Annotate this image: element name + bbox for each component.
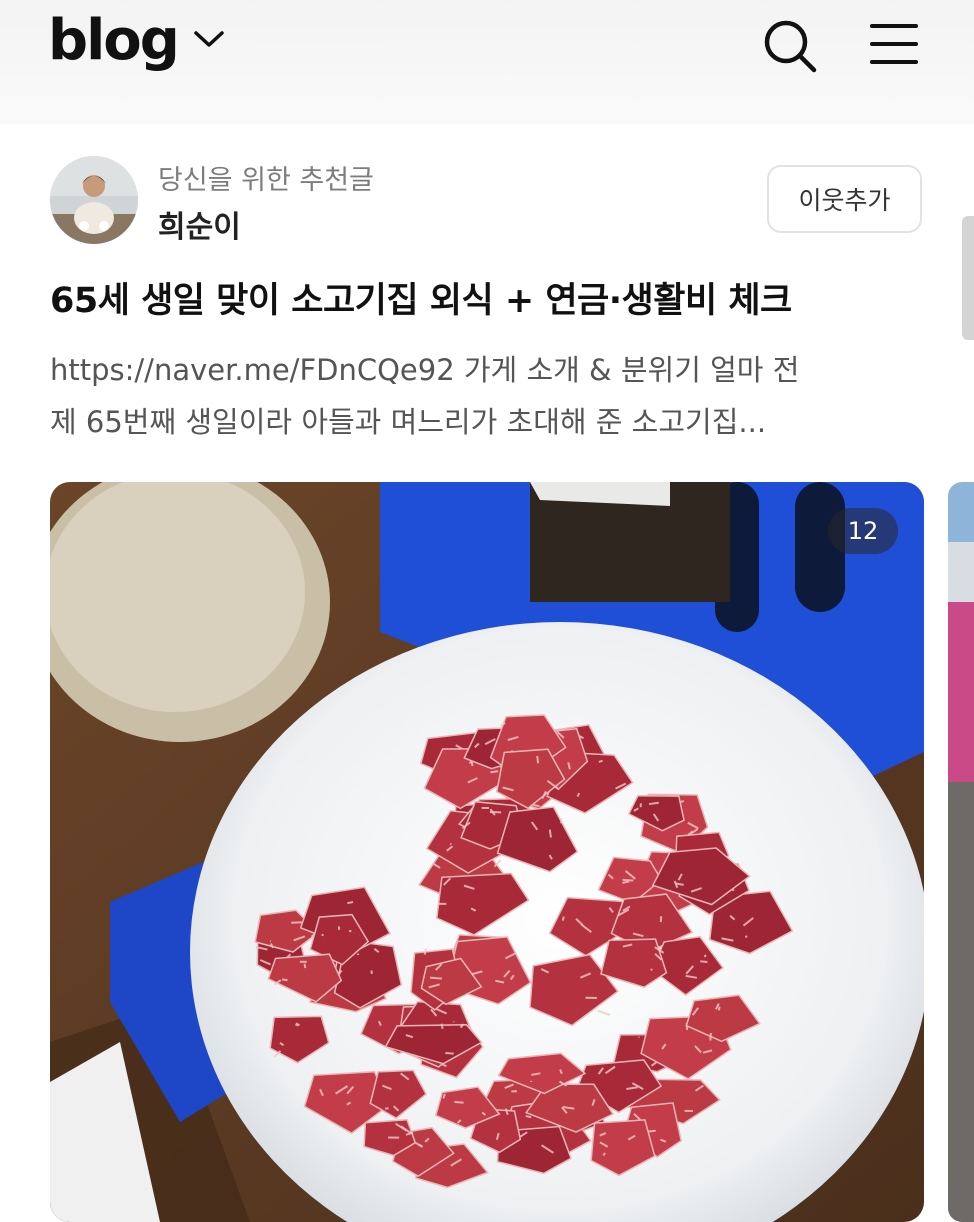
add-neighbor-button[interactable]: 이웃추가 [767,165,922,233]
image-count-badge: 12 [828,508,898,554]
next-photo-peek[interactable] [948,482,974,1222]
author-avatar[interactable] [50,156,138,244]
top-bar: blog [0,0,974,124]
scrollbar[interactable] [962,216,974,340]
chevron-down-icon [192,29,226,53]
search-button[interactable] [760,16,820,80]
hamburger-menu-icon [868,55,920,74]
recommendation-label: 당신을 위한 추천글 [158,158,374,197]
excerpt-line: 제 65번째 생일이라 아들과 며느리가 초대해 준 소고기집... [50,396,920,448]
search-icon [760,61,820,80]
blog-logo: blog [48,13,178,69]
blog-logo-menu[interactable]: blog [48,6,226,76]
excerpt-line: https://naver.me/FDnCQe92 가게 소개 & 분위기 얼마… [50,344,920,396]
menu-button[interactable] [868,18,920,74]
post-photo[interactable] [50,482,924,1222]
post-title[interactable]: 65세 생일 맞이 소고기집 외식 + 연금·생활비 체크 [50,272,950,323]
author-name[interactable]: 희순이 [158,202,241,246]
post-excerpt[interactable]: https://naver.me/FDnCQe92 가게 소개 & 분위기 얼마… [50,344,920,448]
